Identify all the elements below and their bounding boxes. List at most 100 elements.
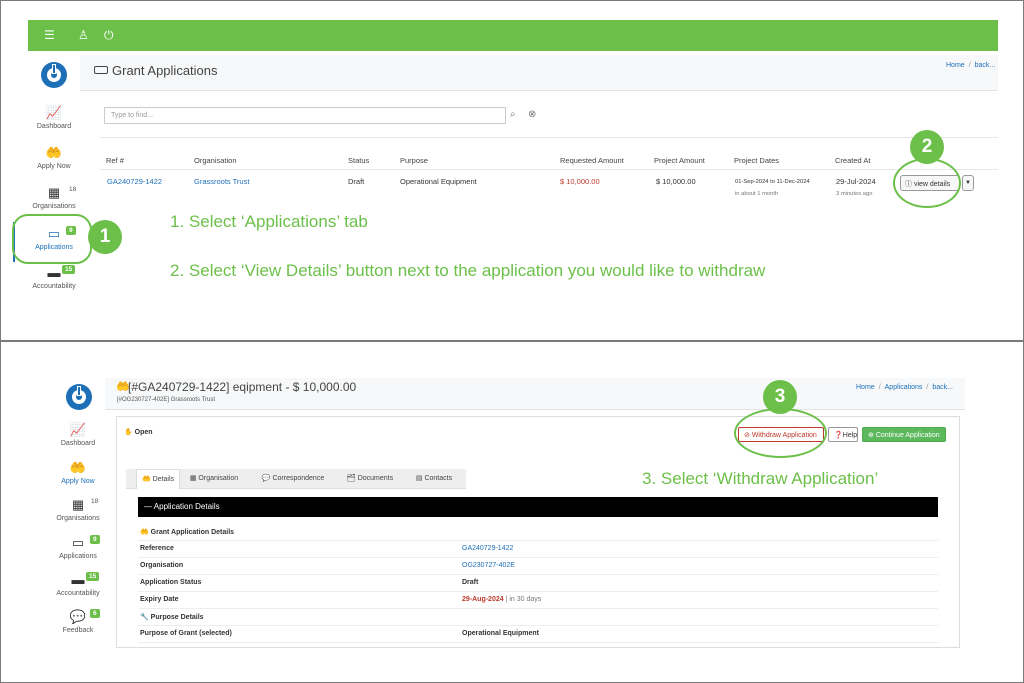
header-divider — [100, 169, 998, 170]
detail-row-reference: Reference GA240729-1422 — [138, 541, 938, 558]
tab-details[interactable]: 🤲 Details — [136, 469, 180, 489]
callout-ring-3 — [734, 408, 827, 458]
breadcrumb: Home / Applications / back... — [856, 384, 953, 391]
wrench-icon: 🔧 — [140, 614, 151, 621]
instruction-step-1: 1. Select ‘Applications’ tab — [170, 212, 368, 231]
menu-icon[interactable]: ☰ — [44, 28, 55, 42]
breadcrumb: Home / back... — [946, 62, 996, 69]
callout-number-1: 1 — [88, 220, 122, 254]
cell-created-relative: 3 minutes ago — [836, 191, 873, 197]
detail-row-purpose: Purpose of Grant (selected) Operational … — [138, 626, 938, 643]
search-icon[interactable]: ⌕ — [510, 109, 516, 120]
subsection-grant-application-details: 🤲 Grant Application Details — [138, 524, 938, 541]
sidebar-item-organisations[interactable]: ▦ 18 Organisations — [48, 498, 108, 523]
reference-link[interactable]: GA240729-1422 — [462, 545, 513, 552]
tab-correspondence[interactable]: 💬 Correspondence — [256, 469, 330, 489]
plus-circle-icon: ⊕ — [868, 432, 876, 439]
comments-icon: 💬 — [261, 475, 273, 482]
question-icon: ❓ — [834, 432, 843, 439]
callout-number-2: 2 — [910, 130, 944, 164]
hand-icon: ✋ — [124, 429, 135, 436]
sidebar-item-accountability[interactable]: ▬ 15 Accountability — [48, 572, 108, 597]
row-actions-dropdown[interactable]: ▼ — [962, 175, 974, 191]
cell-dates: 01-Sep-2024 to 11-Dec-2024 — [735, 179, 810, 185]
instruction-step-3: 3. Select ‘Withdraw Application’ — [642, 469, 879, 488]
card-icon — [94, 66, 108, 74]
organisation-link[interactable]: OG230727-402E — [462, 562, 515, 569]
sidebar-item-applications[interactable]: ▭ 9 Applications — [48, 535, 108, 560]
minus-icon: — — [144, 502, 154, 511]
detail-row-organisation: Organisation OG230727-402E — [138, 558, 938, 575]
callout-number-3: 3 — [763, 380, 797, 414]
breadcrumb-home[interactable]: Home — [856, 384, 875, 391]
sidebar-item-accountability[interactable]: ▬ 15 Accountability — [24, 265, 84, 290]
col-header-requested[interactable]: Requested Amount — [560, 156, 624, 165]
applications-count-badge: 9 — [90, 535, 100, 544]
cell-created: 29-Jul-2024 — [836, 177, 876, 186]
feedback-count-badge: 6 — [90, 609, 100, 618]
cell-purpose: Operational Equipment — [400, 177, 477, 186]
tab-contacts[interactable]: ▤ Contacts — [410, 469, 458, 489]
accountability-count-badge: 15 — [62, 265, 76, 274]
sidebar-item-organisations[interactable]: ▦ 18 Organisations — [24, 186, 84, 211]
divider — [100, 137, 998, 138]
sidebar-item-dashboard[interactable]: 📈 Dashboard — [48, 422, 108, 448]
col-header-project-amount[interactable]: Project Amount — [654, 156, 705, 165]
cell-dates-relative: in about 1 month — [735, 191, 779, 197]
hand-money-icon: 🤲 — [69, 460, 87, 475]
sidebar-item-dashboard[interactable]: 📈 Dashboard — [24, 105, 84, 131]
accountability-count-badge: 15 — [86, 572, 100, 581]
subsection-purpose-details: 🔧 Purpose Details — [138, 609, 938, 626]
col-header-purpose[interactable]: Purpose — [400, 156, 428, 165]
tab-organisation[interactable]: ▦ Organisation — [184, 469, 244, 489]
page-title: Grant Applications — [112, 63, 218, 78]
app-logo[interactable] — [66, 384, 92, 410]
user-icon[interactable]: ♙ — [78, 28, 89, 42]
cell-status: Draft — [348, 177, 365, 186]
top-nav-bar: ☰ ♙ ⏻ — [28, 20, 998, 51]
instruction-step-2: 2. Select ‘View Details’ button next to … — [170, 261, 766, 280]
hand-money-icon: 🤲 — [141, 476, 153, 483]
cell-requested: $ 10,000.00 — [560, 177, 600, 186]
help-button[interactable]: ❓Help — [828, 427, 858, 442]
page-subtitle: [#OG230727-402E] Grassroots Trust — [117, 397, 216, 403]
callout-ring-1 — [12, 214, 92, 264]
chart-icon: 📈 — [69, 422, 87, 437]
page-title: [#GA240729-1422] eqipment - $ 10,000.00 — [128, 380, 357, 394]
organisations-count-badge: 18 — [69, 186, 77, 193]
col-header-ref[interactable]: Ref # — [106, 156, 124, 165]
continue-application-button[interactable]: ⊕ Continue Application — [862, 427, 946, 442]
cell-project-amount: $ 10,000.00 — [656, 177, 696, 186]
detail-row-expiry: Expiry Date 29-Aug-2024 | in 30 days — [138, 592, 938, 609]
panel-step-1-2 — [0, 0, 1024, 341]
sidebar-item-feedback[interactable]: 💬 6 Feedback — [48, 609, 108, 634]
chart-icon: 📈 — [45, 105, 63, 120]
col-header-status[interactable]: Status — [348, 156, 369, 165]
cell-ref[interactable]: GA240729-1422 — [107, 177, 162, 186]
col-header-created[interactable]: Created At — [835, 156, 870, 165]
breadcrumb-applications[interactable]: Applications — [885, 384, 923, 391]
detail-tabs: 🤲 Details ▦ Organisation 💬 Correspondenc… — [126, 469, 466, 489]
breadcrumb-back[interactable]: back... — [975, 62, 996, 69]
col-header-project-dates[interactable]: Project Dates — [734, 156, 779, 165]
detail-row-status: Application Status Draft — [138, 575, 938, 592]
caret-down-icon: ▼ — [965, 180, 971, 186]
breadcrumb-back[interactable]: back... — [932, 384, 953, 391]
organisations-count-badge: 18 — [91, 498, 99, 505]
files-icon: 🗂 — [346, 475, 358, 482]
col-header-organisation[interactable]: Organisation — [194, 156, 237, 165]
breadcrumb-home[interactable]: Home — [946, 62, 965, 69]
clear-icon[interactable]: ⊗ — [528, 109, 536, 120]
tab-documents[interactable]: 🗂 Documents — [342, 469, 398, 489]
search-input[interactable]: Type to find... — [104, 107, 506, 124]
hand-money-icon: 🤲 — [140, 529, 151, 536]
hand-money-icon: 🤲 — [45, 145, 63, 160]
sidebar-item-apply-now[interactable]: 🤲 Apply Now — [48, 460, 108, 486]
section-header-application-details[interactable]: — Application Details — [138, 497, 938, 517]
app-logo[interactable] — [41, 62, 67, 88]
status-label: ✋ Open — [124, 429, 153, 436]
sidebar-item-apply-now[interactable]: 🤲 Apply Now — [24, 145, 84, 171]
callout-ring-2 — [893, 158, 961, 208]
power-icon[interactable]: ⏻ — [104, 28, 114, 42]
cell-organisation[interactable]: Grassroots Trust — [194, 177, 249, 186]
